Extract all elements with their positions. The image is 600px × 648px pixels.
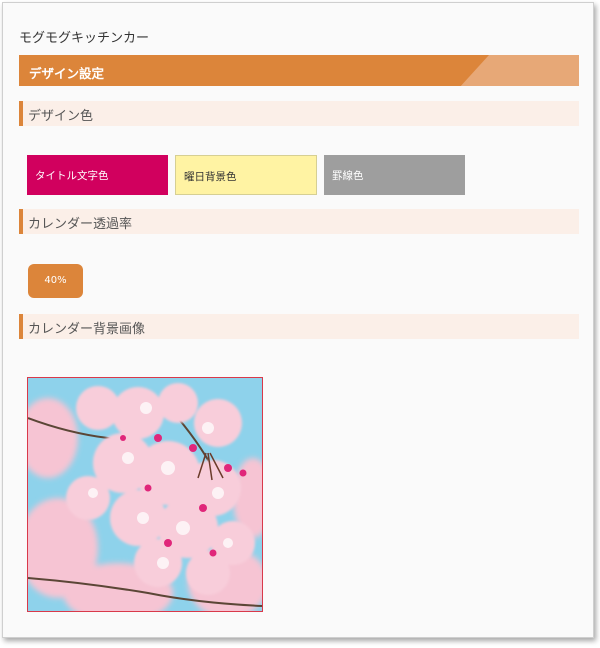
- border-color-label: 罫線色: [332, 170, 364, 182]
- app-title: モグモグキッチンカー: [19, 31, 150, 46]
- weekday-bg-color-swatch[interactable]: 曜日背景色: [175, 155, 317, 195]
- opacity-button[interactable]: 40%: [28, 264, 83, 298]
- design-settings-header: デザイン設定: [19, 55, 579, 86]
- calendar-bg-image-heading: カレンダー背景画像: [19, 314, 579, 339]
- cherry-blossom-image: [28, 378, 262, 611]
- design-color-heading: デザイン色: [19, 101, 579, 126]
- calendar-opacity-heading: カレンダー透過率: [19, 209, 579, 234]
- calendar-bg-image[interactable]: [27, 377, 263, 612]
- title-text-color-swatch[interactable]: タイトル文字色: [27, 155, 168, 195]
- design-color-heading-label: デザイン色: [28, 109, 94, 124]
- settings-panel: モグモグキッチンカー デザイン設定 デザイン色 タイトル文字色 曜日背景色 罫線…: [2, 2, 594, 638]
- design-settings-title: デザイン設定: [29, 66, 105, 81]
- title-text-color-label: タイトル文字色: [35, 170, 109, 182]
- border-color-swatch[interactable]: 罫線色: [324, 155, 465, 195]
- calendar-opacity-heading-label: カレンダー透過率: [28, 217, 133, 232]
- weekday-bg-color-label: 曜日背景色: [184, 171, 237, 183]
- calendar-bg-image-heading-label: カレンダー背景画像: [28, 322, 146, 337]
